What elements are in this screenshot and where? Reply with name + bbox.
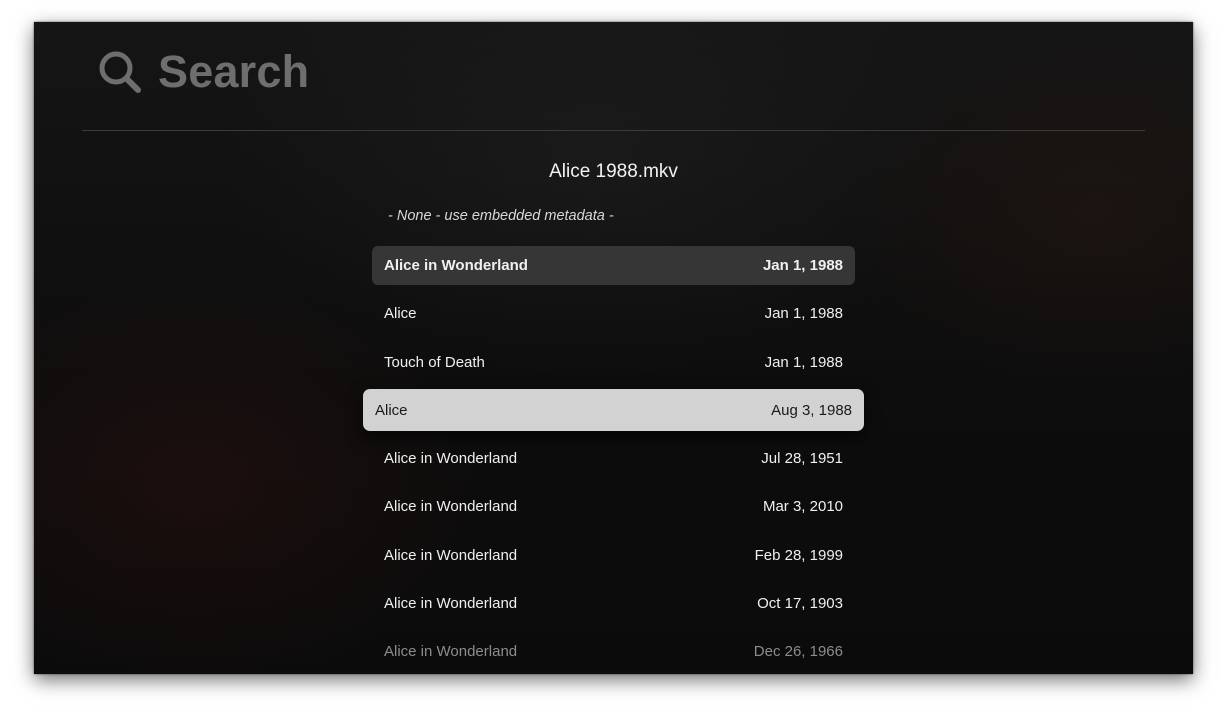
results-list: Alice in Wonderland Jan 1, 1988 Alice Ja… [363, 246, 864, 674]
file-title: Alice 1988.mkv [549, 161, 678, 182]
result-date: Jul 28, 1951 [761, 450, 843, 468]
result-date: Dec 26, 1966 [753, 643, 843, 661]
result-title: Alice [384, 305, 417, 323]
result-date: Jan 1, 1988 [762, 257, 843, 274]
result-row[interactable]: Alice in Wonderland Feb 28, 1999 [372, 536, 855, 575]
app-window: Search Alice 1988.mkv - None - use embed… [34, 22, 1193, 674]
result-date: Jan 1, 1988 [764, 305, 843, 323]
result-row[interactable]: Touch of Death Jan 1, 1988 [372, 343, 855, 382]
result-date: Mar 3, 2010 [762, 498, 843, 516]
header-divider [82, 130, 1145, 131]
search-field[interactable]: Search [96, 46, 309, 98]
result-title: Alice in Wonderland [384, 498, 518, 516]
result-row[interactable]: Alice Jan 1, 1988 [372, 294, 855, 333]
result-title: Alice [375, 401, 408, 419]
result-row[interactable]: Alice in Wonderland Oct 17, 1903 [372, 584, 855, 623]
result-date: Oct 17, 1903 [757, 595, 843, 613]
result-title: Alice in Wonderland [384, 643, 518, 661]
result-date: Aug 3, 1988 [771, 401, 852, 419]
result-title: Alice in Wonderland [384, 546, 518, 564]
result-row[interactable]: Alice in Wonderland Jan 1, 1988 [372, 246, 855, 285]
result-title: Alice in Wonderland [384, 450, 518, 468]
result-title: Alice in Wonderland [384, 257, 528, 274]
search-label: Search [158, 46, 310, 97]
none-option[interactable]: - None - use embedded metadata - [388, 208, 614, 224]
result-row[interactable]: Alice in Wonderland Jul 28, 1951 [372, 439, 855, 478]
result-row[interactable]: Alice in Wonderland Dec 26, 1966 [372, 632, 855, 671]
result-row[interactable]: Alice in Wonderland Mar 3, 2010 [372, 487, 855, 526]
result-date: Jan 1, 1988 [764, 353, 843, 371]
result-title: Touch of Death [384, 353, 485, 371]
result-date: Feb 28, 1999 [754, 546, 843, 564]
result-row[interactable]: Alice Aug 3, 1988 [363, 389, 864, 432]
search-icon [99, 51, 141, 93]
result-title: Alice in Wonderland [384, 595, 518, 613]
